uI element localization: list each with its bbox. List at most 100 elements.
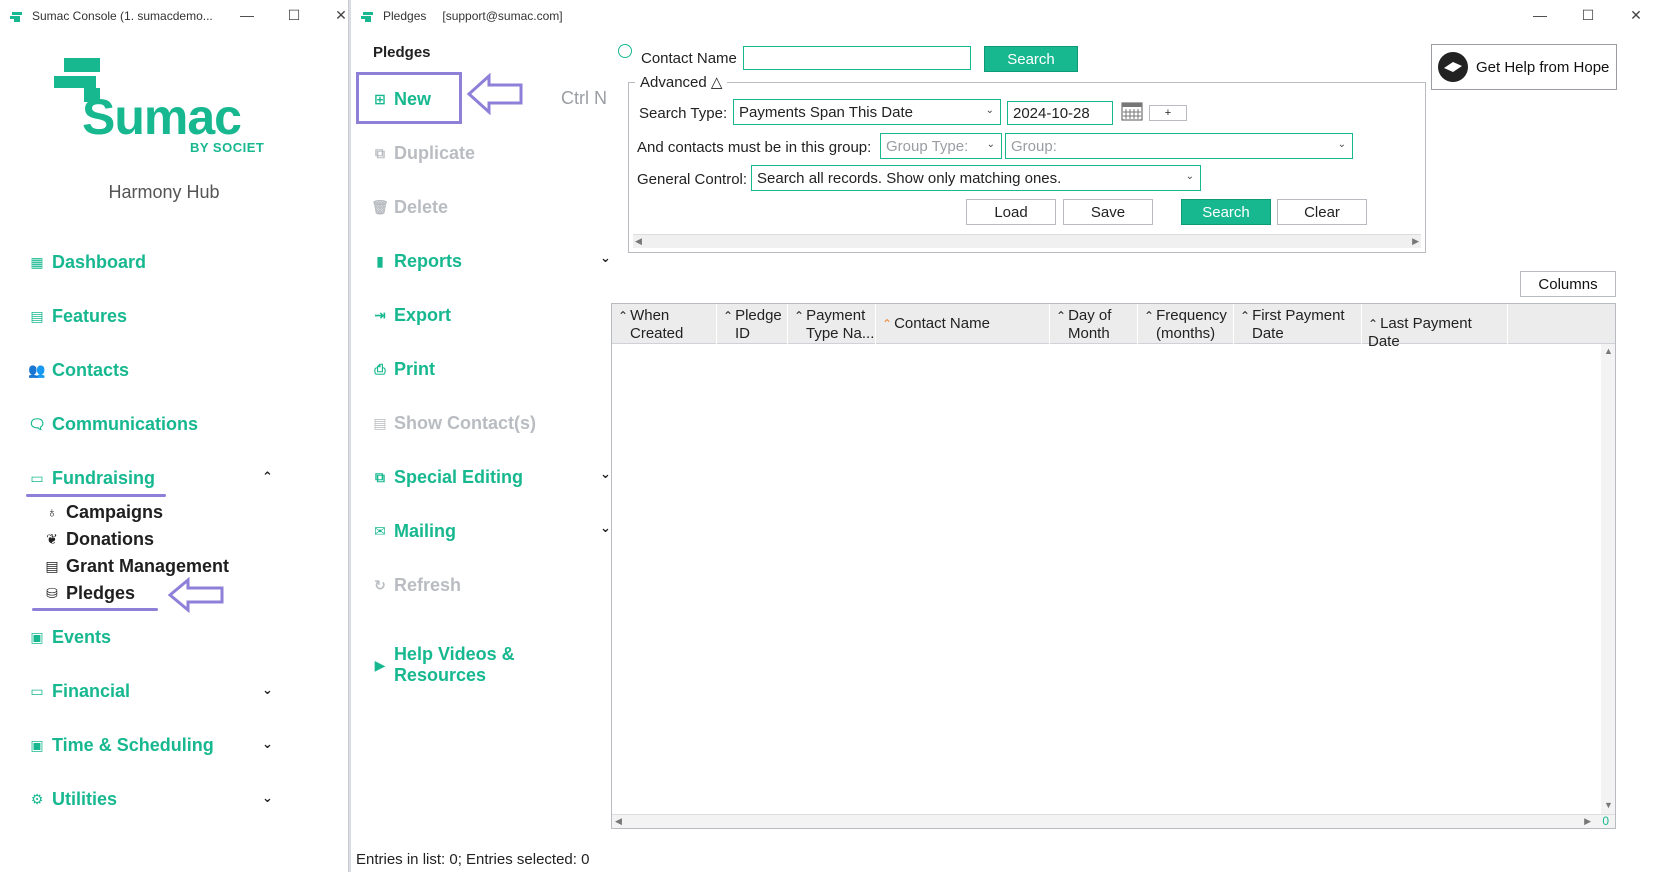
nav-financial[interactable]: ▭ Financial (28, 678, 130, 704)
chevron-down-icon[interactable]: ⌄ (600, 520, 611, 536)
close-icon[interactable]: ✕ (332, 6, 350, 24)
chevron-down-icon[interactable]: ⌄ (600, 250, 611, 266)
scroll-left-icon[interactable]: ◀ (635, 236, 642, 247)
scroll-right-icon[interactable]: ▶ (1412, 236, 1419, 247)
table-horizontal-scrollbar[interactable]: ◀ ▶ 0 (612, 814, 1615, 828)
chevron-up-icon[interactable]: ⌃ (262, 469, 273, 485)
sort-caret-icon: ⌃ (723, 309, 734, 323)
nav-communications-label: Communications (52, 413, 199, 434)
maximize-icon[interactable]: ☐ (1579, 6, 1597, 24)
save-button[interactable]: Save (1063, 199, 1153, 225)
sub-item-donations[interactable]: ❦ Donations (43, 527, 154, 551)
reports-button[interactable]: ▮ Reports (371, 248, 462, 274)
chevron-down-icon[interactable]: ⌄ (262, 736, 273, 752)
nav-communications[interactable]: 🗨 Communications (28, 411, 198, 437)
calendar-icon[interactable] (1121, 101, 1143, 126)
export-icon: ⇥ (374, 306, 386, 323)
group-select[interactable]: Group: ⌄ (1005, 133, 1353, 159)
get-help-button[interactable]: Get Help from Hope (1431, 44, 1617, 90)
print-button[interactable]: ⎙ Print (371, 356, 435, 382)
advanced-toggle[interactable]: Advanced △ (635, 73, 728, 91)
sort-caret-icon: ⌃ (1368, 317, 1379, 331)
nav-events[interactable]: ▣ Events (28, 624, 111, 650)
new-button[interactable]: ⊞ New (371, 86, 431, 112)
special-editing-button[interactable]: ⧉ Special Editing (371, 464, 523, 490)
column-first-payment-date[interactable]: ⌃ First Payment Date (1234, 304, 1362, 344)
sub-item-campaigns[interactable]: ♁ Campaigns (43, 500, 163, 524)
chevron-down-icon[interactable]: ⌄ (262, 790, 273, 806)
column-frequency[interactable]: ⌃ Frequency (months) (1138, 304, 1234, 344)
column-label: Pledge (735, 307, 782, 324)
pledges-icon: ⛁ (46, 584, 58, 601)
add-date-button[interactable]: + (1149, 105, 1187, 121)
table-vertical-scrollbar[interactable]: ▲ ▼ (1601, 344, 1615, 828)
column-label: (months) (1156, 325, 1216, 342)
scroll-up-icon[interactable]: ▲ (1604, 346, 1613, 356)
logo-wordmark: Sumac (82, 89, 242, 145)
search-button[interactable]: Search (984, 46, 1078, 72)
trash-icon: 🗑 (371, 198, 389, 215)
column-pledge-id[interactable]: ⌃ Pledge ID (717, 304, 788, 344)
nav-utilities[interactable]: ⚙ Utilities (28, 786, 117, 812)
group-type-select[interactable]: Group Type: ⌄ (880, 133, 1002, 159)
help-videos-button[interactable]: ▶ Help Videos & Resources (371, 644, 611, 685)
status-bar: Entries in list: 0; Entries selected: 0 (356, 851, 590, 868)
clear-button[interactable]: Clear (1277, 199, 1367, 225)
maximize-icon[interactable]: ☐ (285, 6, 303, 24)
column-contact-name[interactable]: ⌃ Contact Name (876, 304, 1050, 344)
collapse-panel-icon[interactable] (618, 44, 632, 58)
financial-icon: ▭ (30, 682, 44, 699)
column-label: Frequency (1156, 307, 1227, 324)
column-label: ID (735, 325, 750, 342)
show-contacts-button[interactable]: ▤ Show Contact(s) (371, 410, 536, 436)
advanced-scrollbar[interactable]: ◀ ▶ (633, 234, 1421, 248)
mail-icon: ✉ (374, 522, 386, 539)
column-when-created[interactable]: ⌃ When Created (612, 304, 717, 344)
features-icon: ▤ (30, 307, 44, 324)
nav-events-label: Events (52, 626, 112, 647)
column-last-payment-date[interactable]: ⌃ Last Payment Date (1362, 304, 1508, 350)
duplicate-button[interactable]: ⧉ Duplicate (371, 140, 475, 166)
sub-item-grant-management[interactable]: ▤ Grant Management (43, 554, 229, 578)
load-button[interactable]: Load (966, 199, 1056, 225)
minimize-icon[interactable]: — (238, 6, 256, 24)
search-type-label: Search Type: (639, 105, 728, 122)
search-type-select[interactable]: Payments Span This Date ⌄ (733, 99, 1001, 125)
events-icon: ▣ (30, 628, 44, 645)
scroll-right-icon[interactable]: ▶ (1584, 816, 1591, 827)
close-icon[interactable]: ✕ (1627, 6, 1645, 24)
minimize-icon[interactable]: — (1531, 6, 1549, 24)
chevron-down-icon[interactable]: ⌄ (600, 466, 611, 482)
sub-item-pledges[interactable]: ⛁ Pledges (43, 581, 135, 605)
mailing-button[interactable]: ✉ Mailing (371, 518, 456, 544)
printer-icon: ⎙ (374, 360, 386, 377)
contact-name-input[interactable] (743, 46, 971, 70)
delete-button[interactable]: 🗑 Delete (371, 194, 448, 220)
scroll-left-icon[interactable]: ◀ (615, 816, 622, 827)
date-input[interactable] (1007, 101, 1113, 125)
columns-button[interactable]: Columns (1520, 271, 1616, 297)
sort-caret-icon: ⌃ (794, 309, 805, 323)
nav-time-scheduling[interactable]: ▣ Time & Scheduling (28, 732, 213, 758)
nav-dashboard[interactable]: ▦ Dashboard (28, 249, 146, 275)
pledges-titlebar: Pledges [support@sumac.com] (351, 0, 1664, 32)
export-button-label: Export (394, 304, 452, 325)
time-scheduling-icon: ▣ (30, 736, 44, 753)
sub-item-grant-management-label: Grant Management (66, 555, 230, 576)
chevron-down-icon[interactable]: ⌄ (262, 682, 273, 698)
nav-fundraising[interactable]: ▭ Fundraising (28, 465, 155, 491)
refresh-button[interactable]: ↻ Refresh (371, 572, 461, 598)
fundraising-icon: ▭ (30, 469, 44, 486)
duplicate-icon: ⧉ (375, 144, 385, 161)
general-control-select[interactable]: Search all records. Show only matching o… (751, 165, 1201, 191)
nav-contacts[interactable]: 👥 Contacts (28, 357, 129, 383)
account-email: [support@sumac.com] (442, 9, 563, 23)
sub-item-donations-label: Donations (66, 528, 154, 549)
export-button[interactable]: ⇥ Export (371, 302, 451, 328)
nav-features[interactable]: ▤ Features (28, 303, 127, 329)
column-day-of-month[interactable]: ⌃ Day of Month (1050, 304, 1138, 344)
advanced-search-button[interactable]: Search (1181, 199, 1271, 225)
scroll-down-icon[interactable]: ▼ (1604, 800, 1613, 810)
column-payment-type[interactable]: ⌃ Payment Type Na... (788, 304, 876, 344)
sort-caret-icon: ⌃ (882, 317, 893, 331)
